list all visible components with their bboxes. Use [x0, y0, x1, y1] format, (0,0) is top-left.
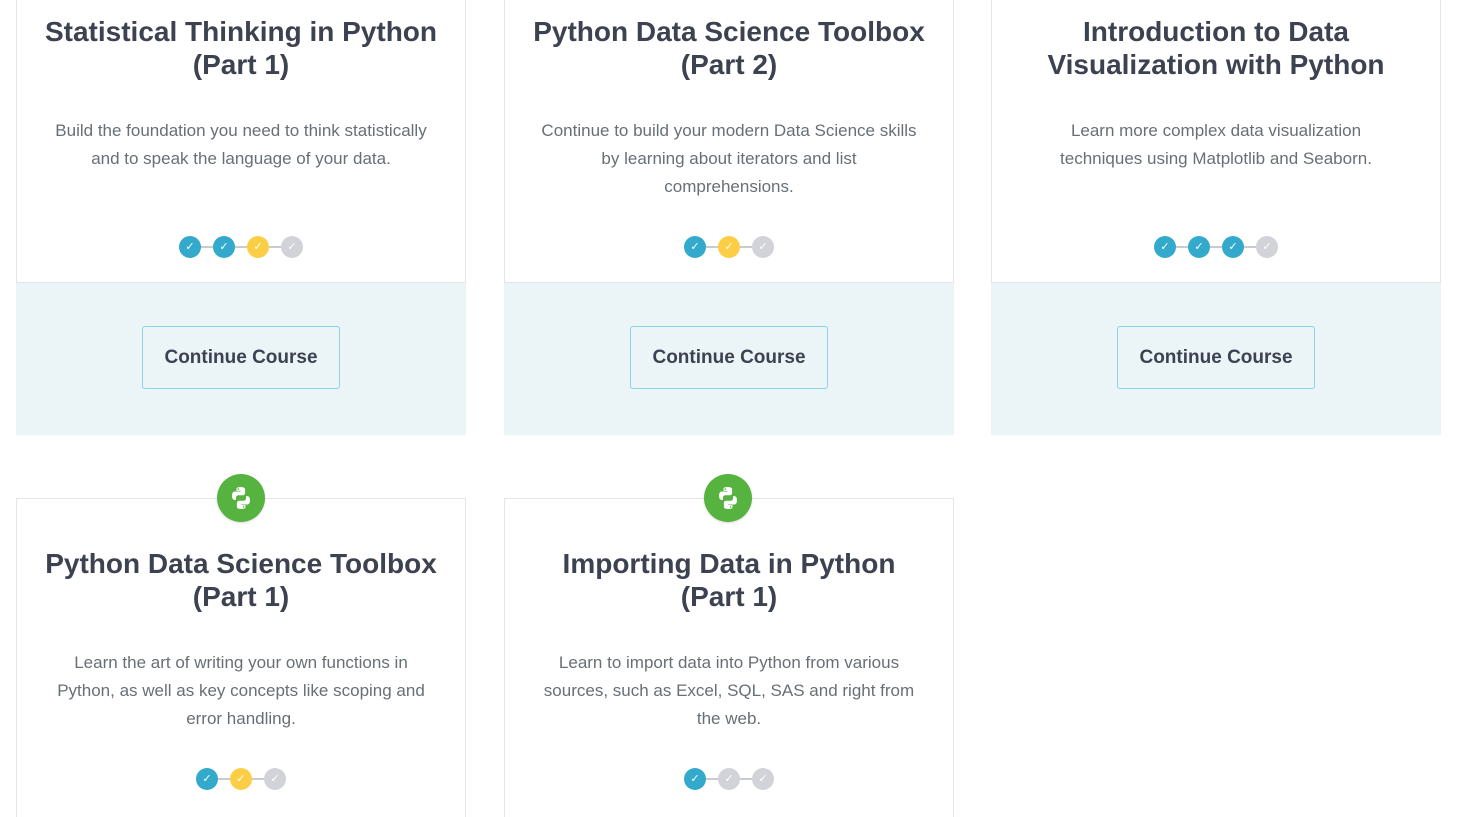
course-title[interactable]: Introduction to Data Visualization with …	[992, 15, 1440, 81]
progress-step-done: ✓	[179, 236, 201, 258]
course-description: Learn to import data into Python from va…	[543, 653, 915, 728]
progress-connector	[201, 246, 213, 248]
progress-step-done: ✓	[684, 236, 706, 258]
course-description: Build the foundation you need to think s…	[55, 121, 427, 168]
progress-step-todo: ✓	[264, 768, 286, 790]
continue-course-button[interactable]: Continue Course	[1117, 326, 1315, 389]
progress-step-done: ✓	[684, 768, 706, 790]
course-title[interactable]: Python Data Science Toolbox (Part 2)	[505, 15, 953, 81]
progress-step-done: ✓	[1188, 236, 1210, 258]
course-card[interactable]: Statistical Thinking in Python (Part 1) …	[16, 0, 466, 435]
progress-connector	[218, 778, 230, 780]
progress-indicator: ✓ ✓ ✓ ✓	[17, 235, 465, 259]
progress-connector	[740, 778, 752, 780]
progress-connector	[1176, 246, 1188, 248]
progress-indicator: ✓ ✓ ✓ ✓	[992, 235, 1440, 259]
card-footer: Continue Course	[504, 282, 954, 435]
progress-connector	[706, 246, 718, 248]
progress-indicator: ✓ ✓ ✓	[505, 767, 953, 791]
course-card[interactable]: Python Data Science Toolbox (Part 2) Con…	[504, 0, 954, 435]
course-card[interactable]: Python Data Science Toolbox (Part 1) Lea…	[16, 498, 466, 817]
course-card[interactable]: Introduction to Data Visualization with …	[991, 0, 1441, 435]
progress-connector	[235, 246, 247, 248]
progress-connector	[269, 246, 281, 248]
progress-connector	[1244, 246, 1256, 248]
course-card[interactable]: Importing Data in Python (Part 1) Learn …	[504, 498, 954, 817]
course-description: Learn the art of writing your own functi…	[57, 653, 425, 728]
progress-step-todo: ✓	[281, 236, 303, 258]
progress-step-done: ✓	[1222, 236, 1244, 258]
card-footer: Continue Course	[991, 282, 1441, 435]
progress-connector	[1210, 246, 1222, 248]
course-title[interactable]: Python Data Science Toolbox (Part 1)	[17, 547, 465, 613]
progress-step-todo: ✓	[718, 768, 740, 790]
progress-connector	[706, 778, 718, 780]
progress-step-todo: ✓	[752, 236, 774, 258]
progress-step-done: ✓	[1154, 236, 1176, 258]
progress-connector	[252, 778, 264, 780]
progress-step-current: ✓	[230, 768, 252, 790]
progress-connector	[740, 246, 752, 248]
python-logo-icon	[704, 474, 752, 522]
card-footer: Continue Course	[16, 282, 466, 435]
course-title[interactable]: Importing Data in Python (Part 1)	[505, 547, 953, 613]
progress-indicator: ✓ ✓ ✓	[505, 235, 953, 259]
continue-course-button[interactable]: Continue Course	[142, 326, 340, 389]
progress-step-todo: ✓	[752, 768, 774, 790]
progress-step-current: ✓	[247, 236, 269, 258]
python-logo-icon	[719, 487, 737, 509]
course-description: Learn more complex data visualization te…	[1060, 121, 1372, 168]
python-logo-icon	[217, 474, 265, 522]
progress-step-current: ✓	[718, 236, 740, 258]
progress-indicator: ✓ ✓ ✓	[17, 767, 465, 791]
progress-step-done: ✓	[196, 768, 218, 790]
python-logo-icon	[232, 487, 250, 509]
progress-step-done: ✓	[213, 236, 235, 258]
course-title[interactable]: Statistical Thinking in Python (Part 1)	[17, 15, 465, 81]
progress-step-todo: ✓	[1256, 236, 1278, 258]
course-description: Continue to build your modern Data Scien…	[541, 121, 917, 196]
continue-course-button[interactable]: Continue Course	[630, 326, 828, 389]
